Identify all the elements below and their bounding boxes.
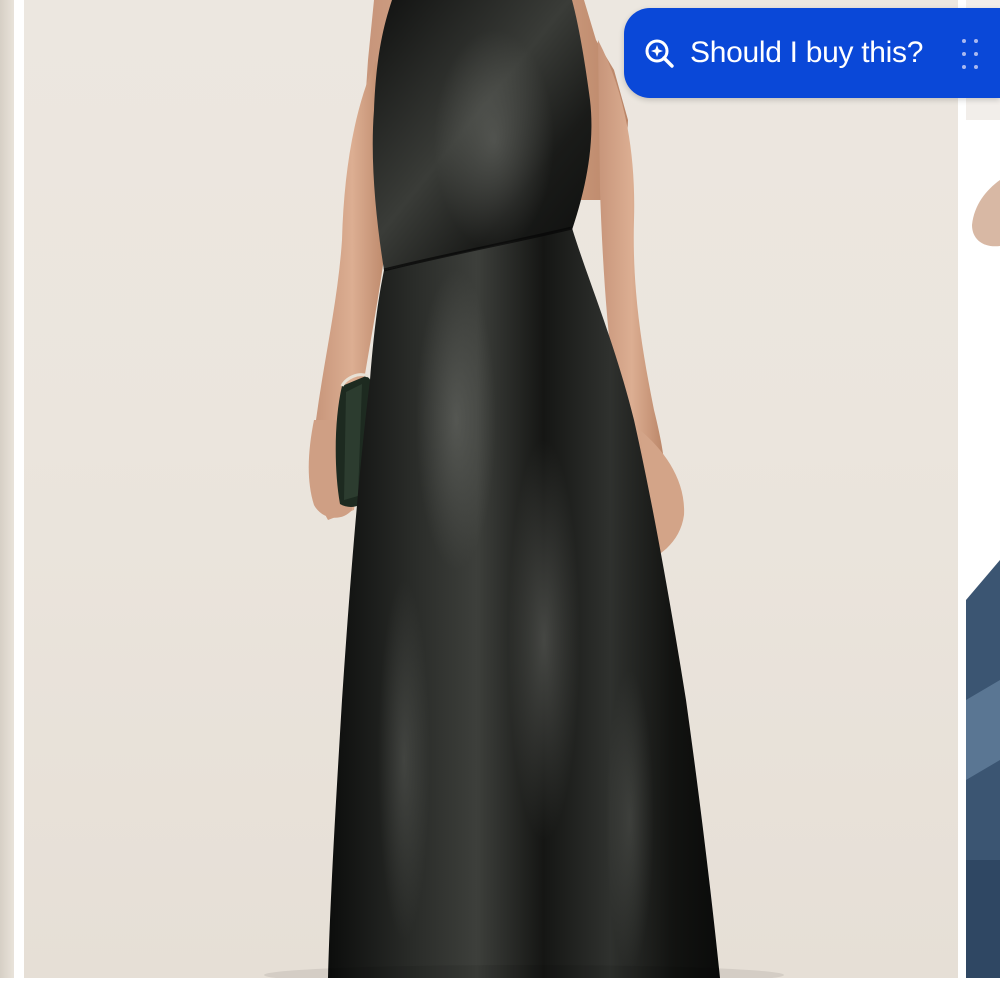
should-i-buy-button[interactable]: Should I buy this?: [624, 8, 1000, 98]
should-i-buy-label: Should I buy this?: [690, 36, 924, 69]
product-carousel: Should I buy this?: [0, 0, 1000, 1000]
sparkle-search-icon: [645, 39, 674, 68]
previous-product-image-edge[interactable]: [0, 0, 14, 978]
next-product-thumbnail: [966, 0, 1000, 978]
carousel-footer: [0, 978, 1000, 1000]
next-product-image-edge[interactable]: [966, 0, 1000, 978]
dress-photo: [264, 0, 784, 978]
drag-handle-icon[interactable]: [962, 39, 982, 69]
product-image[interactable]: [24, 0, 958, 978]
